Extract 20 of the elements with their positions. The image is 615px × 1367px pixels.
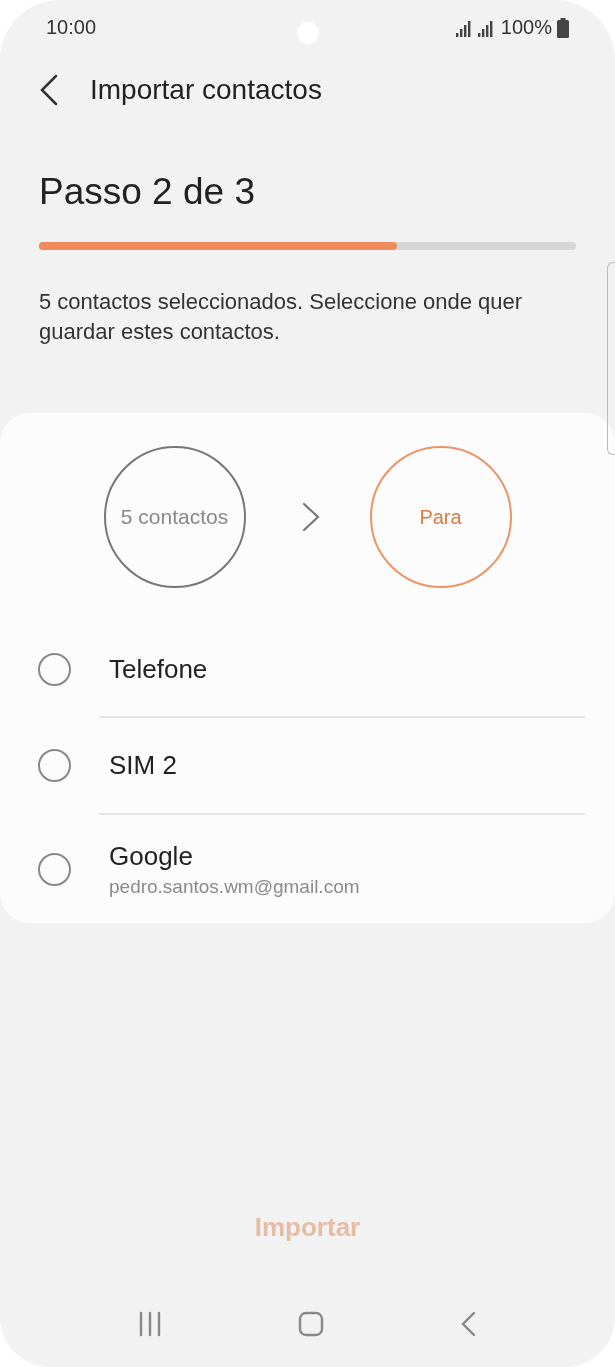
recent-apps-icon[interactable] [138, 1311, 163, 1337]
chevron-right-icon [301, 502, 320, 532]
page-title: Importar contactos [90, 74, 322, 106]
account-email: pedro.santos.wm@gmail.com [109, 875, 360, 898]
step-circle: 5 contactos [103, 446, 246, 588]
radio-button[interactable] [38, 749, 71, 782]
battery-percent: 100% [500, 16, 552, 39]
radio-button[interactable] [38, 852, 71, 886]
status-time: 10:00 [46, 16, 97, 39]
description-text: 5 contactos seleccionados. Seleccione onde quer guardar estes contactos. [39, 288, 524, 346]
radio-button[interactable] [38, 652, 71, 686]
step-circle: Para [369, 446, 512, 588]
back-nav-icon[interactable] [460, 1311, 477, 1337]
option-label: Telefone [109, 653, 208, 685]
home-icon[interactable] [298, 1311, 325, 1337]
back-icon[interactable] [38, 74, 60, 106]
battery-icon [557, 17, 569, 38]
option-label: SIM 2 [109, 750, 177, 781]
option-label: Google [109, 840, 194, 872]
step-title: Passo 2 de 3 [39, 170, 256, 214]
